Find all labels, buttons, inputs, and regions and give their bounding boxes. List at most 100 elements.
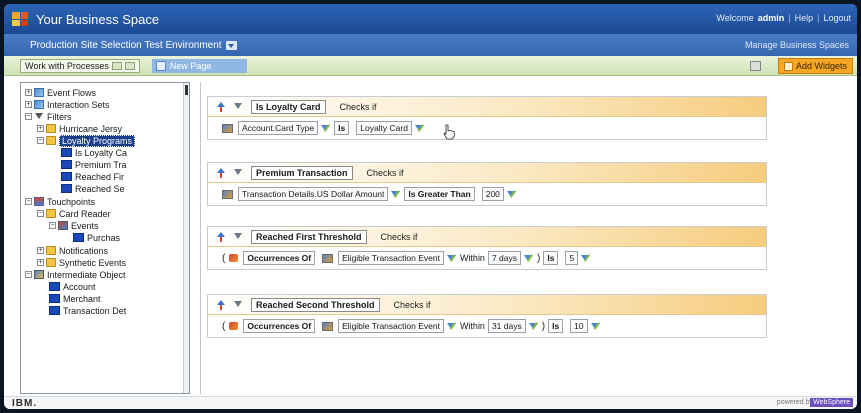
tree-item-is-loyalty-card[interactable]: Is Loyalty Ca xyxy=(61,147,127,158)
edit-value-icon[interactable] xyxy=(506,190,517,199)
condition-field[interactable]: Transaction Details.US Dollar Amount xyxy=(238,187,389,201)
within-label: Within xyxy=(459,321,485,331)
filter-name[interactable]: Is Loyalty Card xyxy=(251,99,326,114)
edit-period-icon[interactable] xyxy=(524,254,534,263)
condition-field[interactable]: Account.Card Type xyxy=(238,121,319,135)
condition-operator[interactable]: Is Greater Than xyxy=(404,187,475,201)
tree-item-loyalty-programs[interactable]: − Loyalty Programs xyxy=(37,134,136,147)
condition-period[interactable]: 7 days xyxy=(487,251,521,265)
logout-link[interactable]: Logout xyxy=(823,13,851,23)
move-up-icon[interactable] xyxy=(216,299,226,310)
help-link[interactable]: Help xyxy=(795,13,814,23)
condition-value[interactable]: Loyalty Card xyxy=(356,121,412,135)
scrollbar-thumb[interactable] xyxy=(185,85,188,95)
collapse-toggle-icon[interactable]: − xyxy=(37,137,44,144)
work-with-processes-label: Work with Processes xyxy=(25,60,109,71)
filter-funnel-icon xyxy=(234,300,243,309)
tree-item-touchpoints[interactable]: − Touchpoints xyxy=(25,196,95,207)
filter-card-is-loyalty-card: Is Loyalty Card Checks if Account.Card T… xyxy=(207,96,767,140)
tree-item-events[interactable]: − Events xyxy=(49,220,99,231)
tree-item-account[interactable]: Account xyxy=(49,281,96,292)
condition-period[interactable]: 31 days xyxy=(487,319,526,333)
condition-value[interactable]: 10 xyxy=(570,319,588,333)
filter-doc-icon xyxy=(61,160,72,169)
tree-item-premium-transaction[interactable]: Premium Tra xyxy=(61,159,127,170)
manage-spaces-link[interactable]: Manage Business Spaces xyxy=(745,40,849,50)
tree-item-event-flows[interactable]: + Event Flows xyxy=(25,87,96,98)
within-label: Within xyxy=(459,253,485,263)
folder-icon xyxy=(46,209,56,218)
work-with-processes-tab[interactable]: Work with Processes xyxy=(20,58,140,73)
condition-function[interactable]: Occurrences Of xyxy=(243,251,316,265)
tree-item-synthetic-events[interactable]: + Synthetic Events xyxy=(37,257,126,268)
edit-value-icon[interactable] xyxy=(581,254,591,263)
tab-new-page-label: New Page xyxy=(169,60,212,71)
move-up-icon[interactable] xyxy=(216,167,226,178)
hand-cursor-icon xyxy=(443,124,455,140)
edit-condition-icon[interactable] xyxy=(321,124,331,133)
tree-item-reached-first-threshold[interactable]: Reached Fir xyxy=(61,171,124,182)
tree-item-label: Purchas xyxy=(87,232,121,243)
tree-scrollbar[interactable] xyxy=(183,83,189,393)
tab-menu-icon[interactable] xyxy=(111,61,122,70)
collapse-toggle-icon[interactable]: − xyxy=(25,271,32,278)
tree-item-card-reader[interactable]: − Card Reader xyxy=(37,208,111,219)
move-up-icon[interactable] xyxy=(216,231,226,242)
filter-funnel-icon xyxy=(234,168,243,177)
open-paren[interactable]: ( xyxy=(222,253,225,264)
filter-name[interactable]: Reached Second Threshold xyxy=(251,297,380,312)
tab-close-icon[interactable] xyxy=(124,61,135,70)
tree-item-filters[interactable]: − Filters xyxy=(25,111,72,122)
expand-toggle-icon[interactable]: + xyxy=(25,89,32,96)
condition-value[interactable]: 200 xyxy=(481,187,504,201)
tree-item-intermediate-objects[interactable]: − Intermediate Object xyxy=(25,269,126,280)
filter-name[interactable]: Premium Transaction xyxy=(251,165,353,180)
tree-item-interaction-sets[interactable]: + Interaction Sets xyxy=(25,99,110,110)
condition-field[interactable]: Eligible Transaction Event xyxy=(338,319,444,333)
add-widgets-button[interactable]: Add Widgets xyxy=(777,58,853,74)
expand-toggle-icon[interactable]: + xyxy=(25,101,32,108)
edit-condition-icon[interactable] xyxy=(391,190,401,199)
page-menu-icon[interactable] xyxy=(750,61,761,71)
expand-toggle-icon[interactable]: + xyxy=(37,259,44,266)
condition-value[interactable]: 5 xyxy=(565,251,579,265)
expand-toggle-icon[interactable]: + xyxy=(37,125,44,132)
move-up-icon[interactable] xyxy=(216,101,226,112)
open-paren[interactable]: ( xyxy=(222,321,225,332)
collapse-toggle-icon[interactable]: − xyxy=(25,198,32,205)
space-name[interactable]: Production Site Selection Test Environme… xyxy=(30,40,222,51)
events-icon xyxy=(58,221,68,230)
collapse-toggle-icon[interactable]: − xyxy=(37,210,44,217)
tree-item-reached-second-threshold[interactable]: Reached Se xyxy=(61,183,125,194)
tree-item-hurricane-jersy[interactable]: + Hurricane Jersy xyxy=(37,123,122,134)
tree-item-label: Touchpoints xyxy=(47,196,96,207)
space-dropdown-icon[interactable] xyxy=(225,40,237,50)
close-paren[interactable]: ) xyxy=(537,253,540,264)
collapse-toggle-icon[interactable]: − xyxy=(25,113,32,120)
condition-field[interactable]: Eligible Transaction Event xyxy=(338,251,444,265)
tree-item-label-selected: Loyalty Programs xyxy=(59,134,136,147)
condition-operator[interactable]: Is xyxy=(548,319,564,333)
edit-condition-icon[interactable] xyxy=(446,322,457,331)
edit-condition-icon[interactable] xyxy=(446,254,457,263)
edit-value-icon[interactable] xyxy=(590,322,601,331)
collapse-toggle-icon[interactable]: − xyxy=(49,222,56,229)
condition-function[interactable]: Occurrences Of xyxy=(243,319,316,333)
tree-item-notifications[interactable]: + Notifications xyxy=(37,245,108,256)
filter-name[interactable]: Reached First Threshold xyxy=(251,229,367,244)
footer-bar: IBM. powered by WebSphere xyxy=(4,396,857,409)
filter-funnel-icon xyxy=(234,102,243,111)
checks-if-label: Checks if xyxy=(380,231,418,242)
tab-new-page[interactable]: New Page xyxy=(151,58,248,73)
condition-operator[interactable]: Is xyxy=(543,251,559,265)
tree-item-transaction-details[interactable]: Transaction Det xyxy=(49,305,126,316)
edit-period-icon[interactable] xyxy=(528,322,539,331)
event-doc-icon xyxy=(73,233,84,242)
expand-toggle-icon[interactable]: + xyxy=(37,247,44,254)
business-space-logo-icon xyxy=(12,12,28,26)
condition-operator[interactable]: Is xyxy=(334,121,350,135)
edit-value-icon[interactable] xyxy=(414,124,425,133)
close-paren[interactable]: ) xyxy=(542,321,545,332)
tree-item-purchase[interactable]: Purchas xyxy=(73,232,120,243)
tree-item-merchant[interactable]: Merchant xyxy=(49,293,101,304)
